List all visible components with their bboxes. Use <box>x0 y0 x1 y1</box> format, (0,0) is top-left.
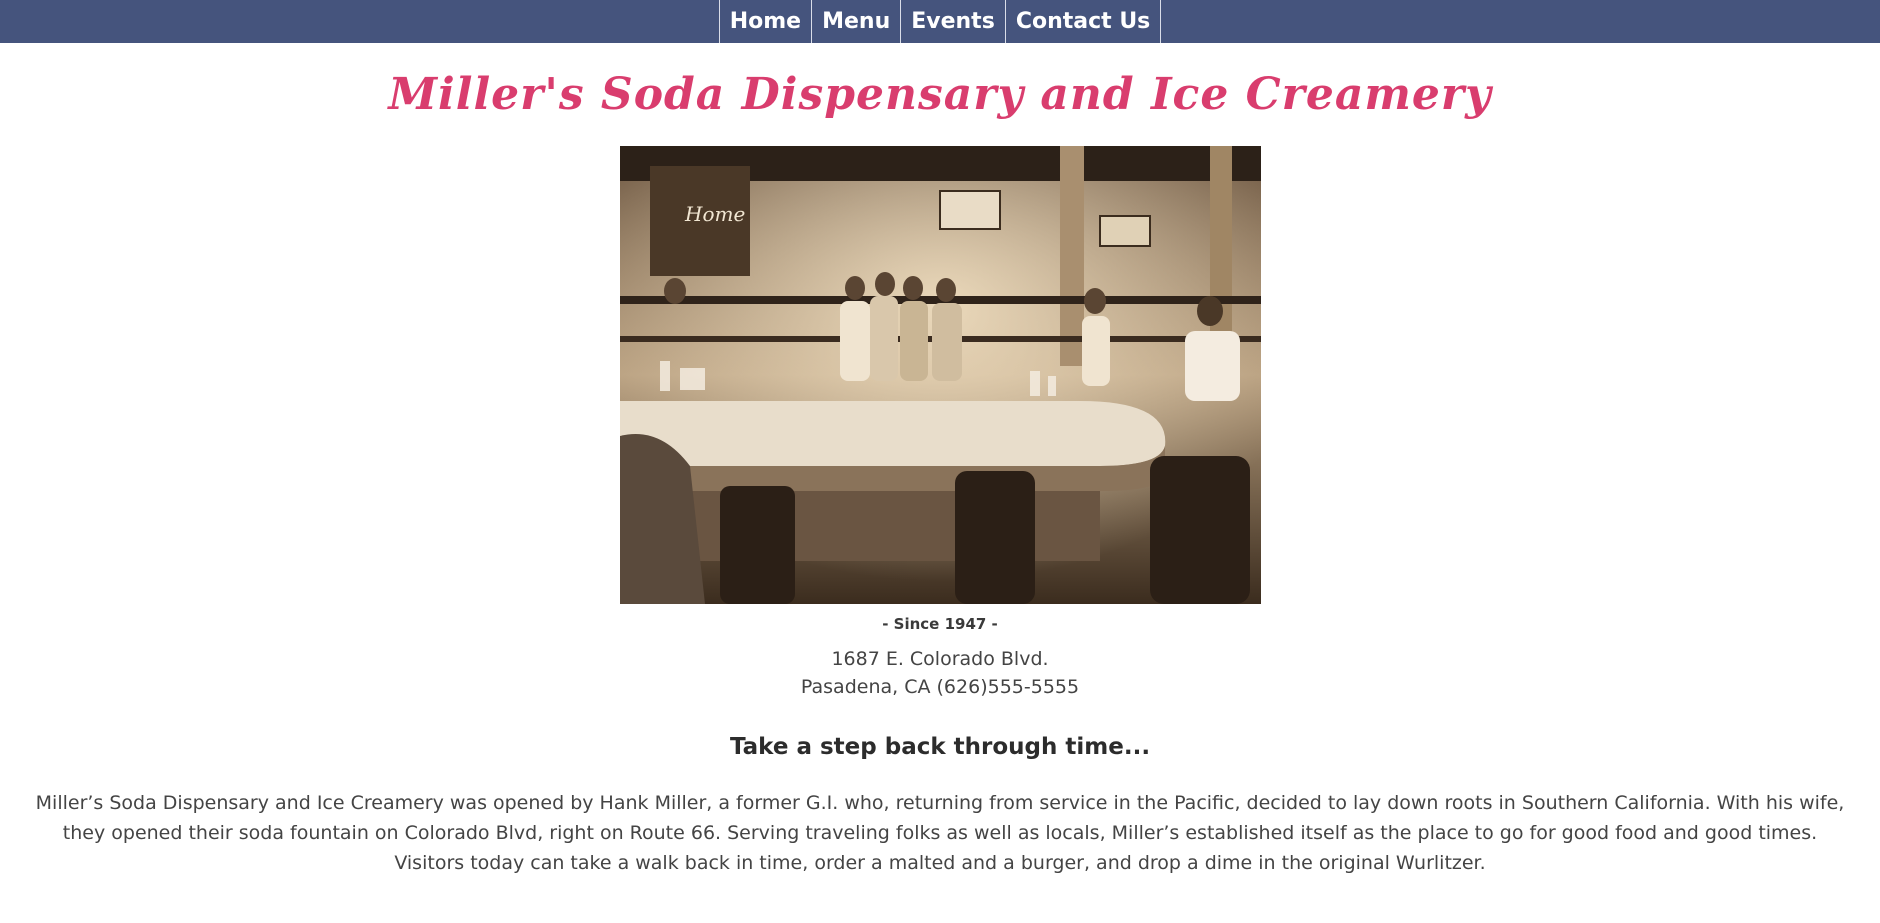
site-title: Miller's Soda Dispensary and Ice Creamer… <box>388 69 1492 120</box>
nav-list: Home Menu Events Contact Us <box>718 0 1162 43</box>
since-caption: - Since 1947 - <box>882 615 998 634</box>
nav-home-link[interactable]: Home <box>720 0 813 43</box>
history-paragraph: Miller’s Soda Dispensary and Ice Creamer… <box>35 792 1845 875</box>
nav-events-link[interactable]: Events <box>901 0 1006 43</box>
hero-photo: Home <box>619 146 1261 605</box>
nav-menu-link[interactable]: Menu <box>812 0 902 43</box>
main-navbar: Home Menu Events Contact Us <box>0 0 1880 43</box>
nav-contact-link[interactable]: Contact Us <box>1006 0 1162 43</box>
svg-text:Home: Home <box>684 202 745 226</box>
section-heading: Take a step back through time... <box>729 734 1151 761</box>
hero-photo-container: Home <box>0 146 1880 605</box>
address-street: 1687 E. Colorado Blvd. <box>831 648 1049 671</box>
address-block: 1687 E. Colorado Blvd. Pasadena, CA (626… <box>0 645 1880 701</box>
address-city-phone: Pasadena, CA (626)555-5555 <box>800 676 1080 699</box>
